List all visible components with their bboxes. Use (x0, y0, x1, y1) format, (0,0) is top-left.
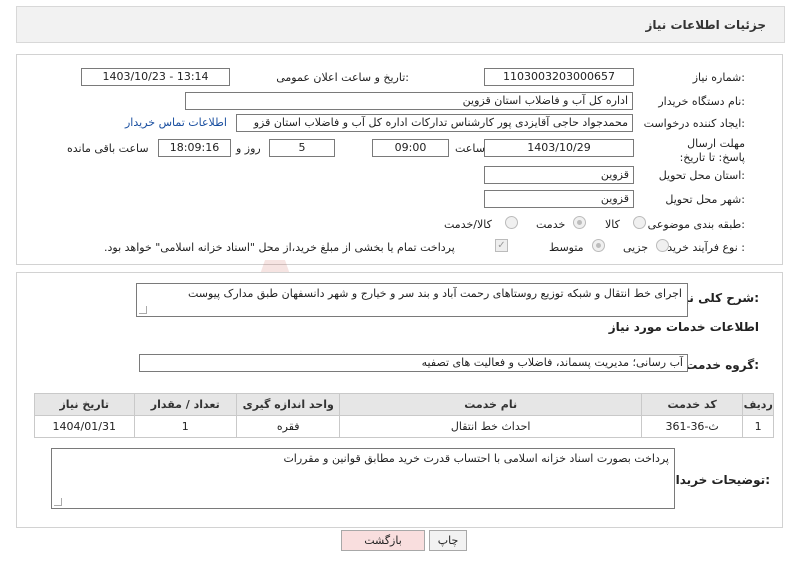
buyer-org-label: نام دستگاه خریدار: (658, 95, 745, 108)
print-button[interactable]: چاپ (429, 530, 467, 551)
table-header-row: ردیف کد خدمت نام خدمت واحد اندازه گیری ت… (34, 393, 774, 416)
buyer-notes-label: توضیحات خریدار: (668, 473, 770, 487)
page-header: جزئیات اطلاعات نیاز (16, 6, 785, 43)
process-option-medium: متوسط (549, 241, 584, 254)
announce-label: تاریخ و ساعت اعلان عمومی: (276, 71, 409, 84)
category-radio-goods-service[interactable] (505, 216, 518, 229)
deadline-time-label: ساعت (455, 142, 485, 155)
col-name-header: نام خدمت (339, 393, 642, 416)
table-row: 1 ث-36-361 احداث خط انتقال فقره 1 1404/0… (34, 415, 774, 438)
cell-unit: فقره (235, 415, 341, 438)
cell-qty: 1 (133, 415, 237, 438)
city-field: قزوین (484, 190, 634, 208)
need-number-field: 1103003203000657 (484, 68, 634, 86)
buyer-notes-text: پرداخت بصورت اسناد خزانه اسلامی با احتسا… (283, 452, 669, 465)
category-radio-goods[interactable] (633, 216, 646, 229)
process-radio-minor[interactable] (656, 239, 669, 252)
category-option-goods: کالا (605, 218, 620, 231)
days-label: روز و (236, 142, 261, 155)
need-number-label: شماره نیاز: (692, 71, 745, 84)
cell-code: ث-36-361 (640, 415, 744, 438)
announce-field: 1403/10/23 - 13:14 (81, 68, 230, 86)
deadline-label: مهلت ارسال پاسخ: تا تاریخ: (679, 137, 745, 164)
summary-text: اجرای خط انتقال و شبکه توزیع روستاهای رح… (187, 287, 682, 300)
payment-note: پرداخت تمام یا بخشی از مبلغ خرید،از محل … (104, 241, 455, 254)
remaining-label: ساعت باقی مانده (67, 142, 149, 155)
col-code-header: کد خدمت (640, 393, 744, 416)
treasury-checkbox[interactable]: ✓ (495, 239, 508, 252)
cell-name: احداث خط انتقال (339, 415, 642, 438)
province-field: قزوین (484, 166, 634, 184)
process-label: نوع فرآیند خرید : (667, 241, 745, 254)
creator-field: محمدجواد حاجی آقایزدی پور کارشناس تدارکا… (236, 114, 633, 132)
services-table: ردیف کد خدمت نام خدمت واحد اندازه گیری ت… (34, 393, 774, 438)
category-radio-service[interactable] (573, 216, 586, 229)
deadline-date-field: 1403/10/29 (484, 139, 634, 157)
days-field: 5 (269, 139, 335, 157)
col-qty-header: تعداد / مقدار (133, 393, 237, 416)
resize-grip-icon[interactable] (139, 306, 147, 314)
category-label: طبقه بندی موضوعی: (647, 218, 745, 231)
buyer-contact-link[interactable]: اطلاعات تماس خریدار (125, 116, 227, 129)
summary-field: اجرای خط انتقال و شبکه توزیع روستاهای رح… (136, 283, 688, 317)
deadline-time-field: 09:00 (372, 139, 449, 157)
category-option-goods-service: کالا/خدمت (444, 218, 492, 231)
col-date-header: تاریخ نیاز (34, 393, 135, 416)
back-button[interactable]: بازگشت (341, 530, 425, 551)
services-heading: اطلاعات خدمات مورد نیاز (608, 320, 759, 334)
creator-label: ایجاد کننده درخواست: (643, 117, 745, 130)
page-title: جزئیات اطلاعات نیاز (645, 18, 766, 32)
buyer-notes-field: پرداخت بصورت اسناد خزانه اسلامی با احتسا… (51, 448, 675, 509)
buyer-org-field: اداره کل آب و فاضلاب استان قزوین (185, 92, 633, 110)
col-row-header: ردیف (742, 393, 774, 416)
process-radio-medium[interactable] (592, 239, 605, 252)
service-group-label: گروه خدمت: (685, 358, 759, 372)
process-option-minor: جزیی (623, 241, 649, 254)
resize-grip-icon[interactable] (54, 498, 62, 506)
city-label: شهر محل تحویل: (665, 193, 745, 206)
province-label: استان محل تحویل: (658, 169, 745, 182)
remaining-time-field: 18:09:16 (158, 139, 231, 157)
service-group-field: آب رسانی؛ مدیریت پسماند، فاضلاب و فعالیت… (139, 354, 688, 372)
cell-date: 1404/01/31 (34, 415, 135, 438)
col-unit-header: واحد اندازه گیری (235, 393, 341, 416)
cell-row: 1 (742, 415, 774, 438)
category-option-service: خدمت (536, 218, 566, 231)
